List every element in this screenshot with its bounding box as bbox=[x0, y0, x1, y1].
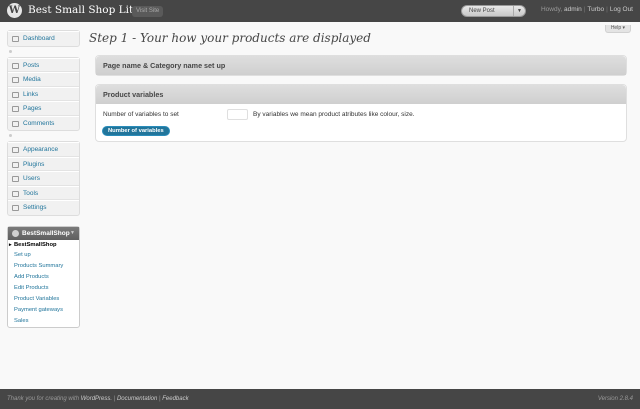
variables-count-input[interactable] bbox=[227, 109, 248, 120]
submenu-item-sales[interactable]: Sales bbox=[8, 316, 79, 327]
menu-item-media[interactable]: Media bbox=[8, 72, 79, 87]
menu-item-label: Settings bbox=[23, 204, 47, 211]
menu-item-label: Appearance bbox=[23, 146, 59, 153]
admin-menu: Dashboard Posts Media Links Pages Commen… bbox=[7, 30, 80, 328]
number-of-variables-button[interactable]: Number of variables bbox=[102, 126, 170, 136]
variables-count-label: Number of variables to set bbox=[103, 111, 179, 118]
menu-separator[interactable] bbox=[7, 47, 80, 57]
postbox-title[interactable]: Page name & Category name set up bbox=[96, 56, 626, 75]
menu-item-label: BestSmallShop bbox=[22, 229, 70, 237]
menu-item-posts[interactable]: Posts bbox=[8, 57, 79, 72]
submenu-item-setup[interactable]: Set up bbox=[8, 250, 79, 261]
wordpress-link[interactable]: WordPress. bbox=[81, 396, 112, 402]
media-icon bbox=[12, 77, 19, 83]
footer-thanks-text: Thank you for creating with bbox=[7, 396, 80, 402]
dashboard-icon bbox=[12, 36, 19, 42]
page-category-setup-box: Page name & Category name set up bbox=[95, 55, 627, 76]
appearance-icon bbox=[12, 147, 19, 153]
menu-item-links[interactable]: Links bbox=[8, 86, 79, 101]
menu-item-label: Links bbox=[23, 90, 39, 98]
page-title: Step 1 - Your how your products are disp… bbox=[89, 31, 371, 45]
submenu-item-bestsmallshop[interactable]: BestSmallShop bbox=[8, 240, 79, 251]
visit-site-button[interactable]: Visit Site bbox=[132, 6, 164, 17]
menu-group-dashboard: Dashboard bbox=[7, 30, 80, 47]
menu-group-content: Posts Media Links Pages Comments bbox=[7, 56, 80, 131]
user-info: Howdy, admin | Turbo | Log Out bbox=[540, 6, 633, 13]
submenu-item-products-summary[interactable]: Products Summary bbox=[8, 261, 79, 272]
logout-link[interactable]: Log Out bbox=[610, 6, 633, 13]
submenu-item-product-variables[interactable]: Product Variables bbox=[8, 294, 79, 305]
tools-icon bbox=[12, 190, 19, 197]
version-text: Version 2.8.4 bbox=[597, 396, 633, 402]
pin-icon bbox=[12, 62, 19, 69]
users-icon bbox=[12, 176, 19, 182]
howdy-text: Howdy, bbox=[540, 6, 563, 13]
menu-item-plugins[interactable]: Plugins bbox=[8, 156, 79, 171]
menu-item-label: Posts bbox=[23, 61, 40, 69]
footer-credits: Thank you for creating with WordPress. |… bbox=[7, 396, 189, 402]
admin-header: W Best Small Shop Lite Visit Site New Po… bbox=[0, 0, 640, 22]
settings-icon bbox=[12, 205, 19, 211]
plugin-icon bbox=[12, 161, 19, 168]
menu-item-users[interactable]: Users bbox=[8, 171, 79, 186]
wordpress-logo-icon: W bbox=[7, 3, 22, 18]
bestsmallshop-menu: BestSmallShop ▼ BestSmallShop Set up Pro… bbox=[7, 225, 80, 328]
submenu-item-edit-products[interactable]: Edit Products bbox=[8, 283, 79, 294]
menu-item-bestsmallshop[interactable]: BestSmallShop ▼ bbox=[8, 226, 79, 240]
new-post-link[interactable]: New Post bbox=[469, 6, 495, 16]
chevron-down-icon[interactable]: ▼ bbox=[513, 6, 525, 16]
username-link[interactable]: admin bbox=[564, 6, 582, 13]
help-tab[interactable]: Help ▾ bbox=[604, 25, 631, 33]
gear-icon bbox=[12, 229, 19, 237]
menu-item-label: Dashboard bbox=[23, 35, 55, 42]
favorite-actions-dropdown[interactable]: New Post ▼ bbox=[461, 5, 526, 17]
turbo-link[interactable]: Turbo bbox=[587, 6, 604, 13]
variables-help-text: By variables we mean product atributes l… bbox=[253, 111, 415, 118]
site-title[interactable]: Best Small Shop Lite bbox=[28, 4, 139, 16]
menu-item-pages[interactable]: Pages bbox=[8, 101, 79, 116]
menu-separator[interactable] bbox=[7, 131, 80, 141]
chevron-down-icon[interactable]: ▼ bbox=[70, 227, 75, 240]
menu-item-label: Pages bbox=[23, 105, 42, 112]
menu-item-label: Plugins bbox=[23, 160, 45, 168]
page-icon bbox=[12, 106, 19, 112]
menu-item-settings[interactable]: Settings bbox=[8, 200, 79, 215]
menu-group-settings: Appearance Plugins Users Tools Settings bbox=[7, 141, 80, 216]
menu-item-label: Comments bbox=[23, 119, 55, 127]
admin-footer: Thank you for creating with WordPress. |… bbox=[0, 389, 640, 409]
submenu-item-payment-gateways[interactable]: Payment gateways bbox=[8, 305, 79, 316]
feedback-link[interactable]: Feedback bbox=[162, 396, 188, 402]
postbox-title[interactable]: Product variables bbox=[96, 85, 626, 104]
link-icon bbox=[12, 91, 19, 98]
comment-icon bbox=[12, 120, 19, 127]
documentation-link[interactable]: Documentation bbox=[117, 396, 157, 402]
product-variables-box: Product variables Number of variables to… bbox=[95, 84, 627, 142]
submenu-item-add-products[interactable]: Add Products bbox=[8, 272, 79, 283]
menu-item-dashboard[interactable]: Dashboard bbox=[8, 31, 79, 46]
menu-item-appearance[interactable]: Appearance bbox=[8, 142, 79, 157]
menu-item-comments[interactable]: Comments bbox=[8, 115, 79, 131]
menu-item-label: Users bbox=[23, 175, 40, 182]
menu-item-label: Tools bbox=[23, 189, 39, 197]
menu-item-label: Media bbox=[23, 76, 41, 83]
menu-item-tools[interactable]: Tools bbox=[8, 185, 79, 200]
